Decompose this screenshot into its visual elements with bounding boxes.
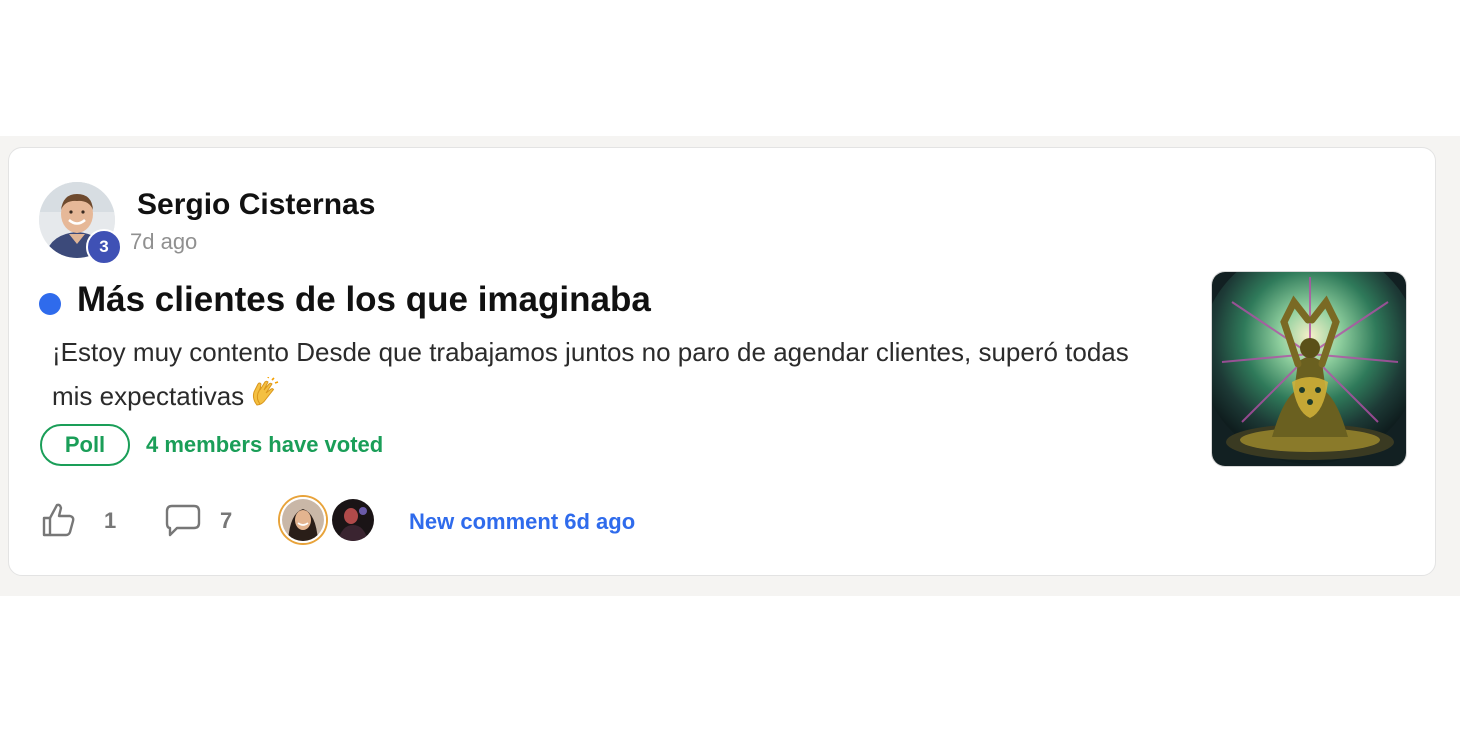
like-count: 1 [104,508,117,533]
post-body: ¡Estoy muy contento Desde que trabajamos… [52,330,1142,422]
thumbs-up-icon [42,503,75,537]
post-card[interactable]: 3 Sergio Cisternas 7d ago Más clientes d… [8,147,1436,576]
poll-votes-text[interactable]: 4 members have voted [146,432,383,458]
author-name[interactable]: Sergio Cisternas [137,188,375,222]
poll-badge[interactable]: Poll [40,424,130,466]
commenter-avatar[interactable] [280,497,326,543]
post-timestamp: 7d ago [130,229,198,254]
post-thumbnail-image[interactable] [1211,271,1407,467]
like-button[interactable] [39,500,79,540]
speech-bubble-icon [165,504,201,537]
unread-indicator [39,293,61,315]
post-title[interactable]: Más clientes de los que imaginaba [77,280,651,320]
post-body-text: ¡Estoy muy contento Desde que trabajamos… [52,337,1129,411]
level-badge: 3 [86,229,122,265]
comment-button[interactable] [163,502,203,542]
clapping-hands-icon [248,376,280,422]
commenter-avatar[interactable] [330,497,376,543]
new-comment-link[interactable]: New comment 6d ago [409,509,635,535]
comment-count: 7 [220,508,233,533]
